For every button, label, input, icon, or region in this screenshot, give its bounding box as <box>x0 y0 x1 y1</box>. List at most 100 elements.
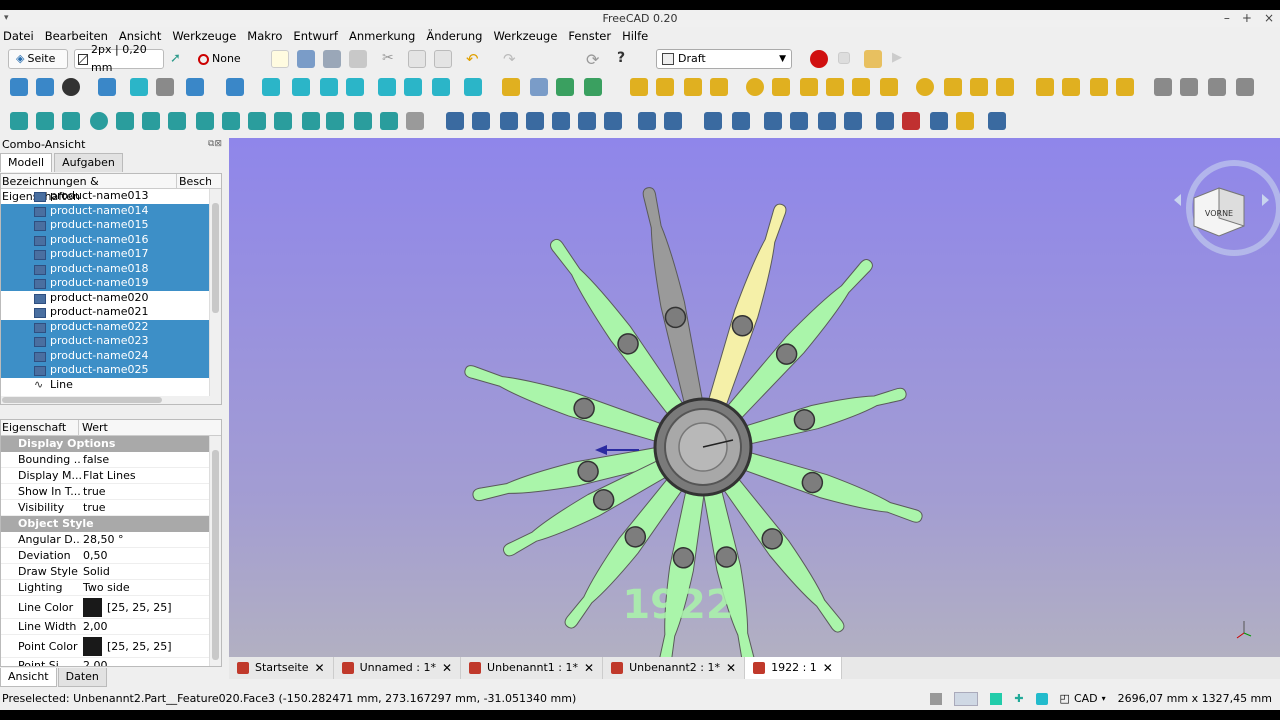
dock-controls-icon[interactable]: ⧉⊠ <box>208 137 222 152</box>
menu-item-10[interactable]: Hilfe <box>622 27 648 45</box>
tree-item[interactable]: product-name013 <box>1 189 211 204</box>
line-width-field[interactable]: 2px | 0,20 mm <box>74 43 164 74</box>
tb3-tool-30-icon[interactable] <box>844 112 862 130</box>
tb3-tool-28-icon[interactable] <box>790 112 808 130</box>
menu-item-3[interactable]: Werkzeuge <box>172 27 236 45</box>
property-row[interactable]: Line Width 2,00 <box>1 619 209 635</box>
property-row[interactable]: Point Color [25, 25, 25] <box>1 635 209 658</box>
tb3-tool-18-icon[interactable] <box>500 112 518 130</box>
tree-item[interactable]: product-name016 <box>1 232 211 247</box>
refresh-icon[interactable]: ⟳ <box>586 50 604 69</box>
hub[interactable] <box>653 397 753 497</box>
tb3-tool-26-icon[interactable] <box>732 112 750 130</box>
document-tab[interactable]: Unbenannt1 : 1* ✕ <box>461 657 604 679</box>
tb2-tool-40-icon[interactable] <box>1208 78 1226 96</box>
tb2-tool-10-icon[interactable] <box>320 78 338 96</box>
tb2-tool-19-icon[interactable] <box>584 78 602 96</box>
working-plane-button[interactable]: ◈ Seite <box>8 49 68 69</box>
tb3-tool-29-icon[interactable] <box>818 112 836 130</box>
tree-scrollbar[interactable] <box>209 189 221 404</box>
tb2-tool-6-icon[interactable] <box>186 78 204 96</box>
property-value[interactable]: false <box>81 452 109 467</box>
tab-aufgaben[interactable]: Aufgaben <box>54 153 123 172</box>
tb3-tool-11-icon[interactable] <box>302 112 320 130</box>
tb2-tool-30-icon[interactable] <box>916 78 934 96</box>
close-icon[interactable]: × <box>1264 10 1274 27</box>
construction-mode-button[interactable]: None <box>198 49 250 69</box>
tb3-tool-9-icon[interactable] <box>248 112 266 130</box>
tb2-tool-13-icon[interactable] <box>404 78 422 96</box>
tb2-tool-9-icon[interactable] <box>292 78 310 96</box>
menu-item-5[interactable]: Entwurf <box>293 27 338 45</box>
tree-item[interactable]: product-name017 <box>1 247 211 262</box>
tb2-tool-22-icon[interactable] <box>684 78 702 96</box>
property-row[interactable]: Draw Style Solid <box>1 564 209 580</box>
tb3-tool-1-icon[interactable] <box>36 112 54 130</box>
whats-this-icon[interactable]: ? <box>617 50 635 68</box>
tb2-tool-38-icon[interactable] <box>1154 78 1172 96</box>
close-tab-icon[interactable]: ✕ <box>823 657 833 679</box>
tb3-tool-2-icon[interactable] <box>62 112 80 130</box>
color-swatch[interactable] <box>83 597 102 617</box>
tb3-tool-24-icon[interactable] <box>664 112 682 130</box>
tree-item[interactable]: product-name025 <box>1 363 211 378</box>
snap-grid-icon[interactable] <box>930 693 943 705</box>
menu-item-7[interactable]: Änderung <box>426 27 482 45</box>
tb3-tool-14-icon[interactable] <box>380 112 398 130</box>
tb2-tool-7-icon[interactable] <box>226 78 244 96</box>
snap-plus-icon[interactable]: ✚ <box>1014 688 1023 710</box>
property-value[interactable]: Two side <box>81 580 130 595</box>
tb3-tool-31-icon[interactable] <box>876 112 894 130</box>
tb2-tool-35-icon[interactable] <box>1062 78 1080 96</box>
tb2-tool-21-icon[interactable] <box>656 78 674 96</box>
property-value[interactable]: 28,50 ° <box>81 532 124 547</box>
tb2-tool-31-icon[interactable] <box>944 78 962 96</box>
property-value[interactable]: 2,00 <box>81 658 108 667</box>
tb2-tool-37-icon[interactable] <box>1116 78 1134 96</box>
tb3-tool-22-icon[interactable] <box>604 112 622 130</box>
tree-item[interactable]: product-name021 <box>1 305 211 320</box>
tree-item[interactable]: product-name018 <box>1 261 211 276</box>
apply-style-icon[interactable]: ➚ <box>170 51 188 69</box>
stop-macro-icon[interactable] <box>838 52 850 64</box>
close-tab-icon[interactable]: ✕ <box>315 657 325 679</box>
minimize-icon[interactable]: – <box>1224 10 1230 27</box>
tree-item[interactable]: ∿ Line <box>1 378 211 393</box>
macro-editor-icon[interactable] <box>864 50 882 68</box>
color-swatch[interactable] <box>83 636 102 656</box>
close-tab-icon[interactable]: ✕ <box>584 657 594 679</box>
tb3-tool-23-icon[interactable] <box>638 112 656 130</box>
tb2-tool-34-icon[interactable] <box>1036 78 1054 96</box>
tb3-tool-15-icon[interactable] <box>406 112 424 130</box>
property-value[interactable]: 2,00 <box>81 619 108 634</box>
property-row[interactable]: Angular D... 28,50 ° <box>1 532 209 548</box>
tb2-tool-29-icon[interactable] <box>880 78 898 96</box>
tb3-tool-32-icon[interactable] <box>902 112 920 130</box>
tb2-tool-24-icon[interactable] <box>746 78 764 96</box>
tb2-tool-3-icon[interactable] <box>98 78 116 96</box>
tb2-tool-16-icon[interactable] <box>502 78 520 96</box>
property-group[interactable]: Display Options <box>1 436 209 452</box>
tb2-tool-20-icon[interactable] <box>630 78 648 96</box>
tb3-tool-4-icon[interactable] <box>116 112 134 130</box>
property-row[interactable]: Display M... Flat Lines <box>1 468 209 484</box>
document-tab[interactable]: Startseite ✕ <box>229 657 334 679</box>
close-tab-icon[interactable]: ✕ <box>726 657 736 679</box>
tree-item[interactable]: product-name019 <box>1 276 211 291</box>
tb3-tool-25-icon[interactable] <box>704 112 722 130</box>
property-value[interactable]: Solid <box>81 564 110 579</box>
tb2-tool-25-icon[interactable] <box>772 78 790 96</box>
tb3-tool-16-icon[interactable] <box>446 112 464 130</box>
property-row[interactable]: Bounding ... false <box>1 452 209 468</box>
run-macro-icon[interactable]: ▶ <box>892 50 910 68</box>
copy-icon[interactable] <box>408 50 426 68</box>
tb2-tool-15-icon[interactable] <box>464 78 482 96</box>
workbench-selector[interactable]: Draft ▼ <box>656 49 792 69</box>
new-file-icon[interactable] <box>271 50 289 68</box>
tab-modell[interactable]: Modell <box>0 153 53 172</box>
save-file-icon[interactable] <box>323 50 341 68</box>
tab-daten[interactable]: Daten <box>57 668 107 687</box>
tree-header-labels[interactable]: Bezeichnungen & Eigenschaften <box>1 174 177 203</box>
tb3-tool-5-icon[interactable] <box>142 112 160 130</box>
window-menu-icon[interactable]: ▾ <box>4 10 9 27</box>
